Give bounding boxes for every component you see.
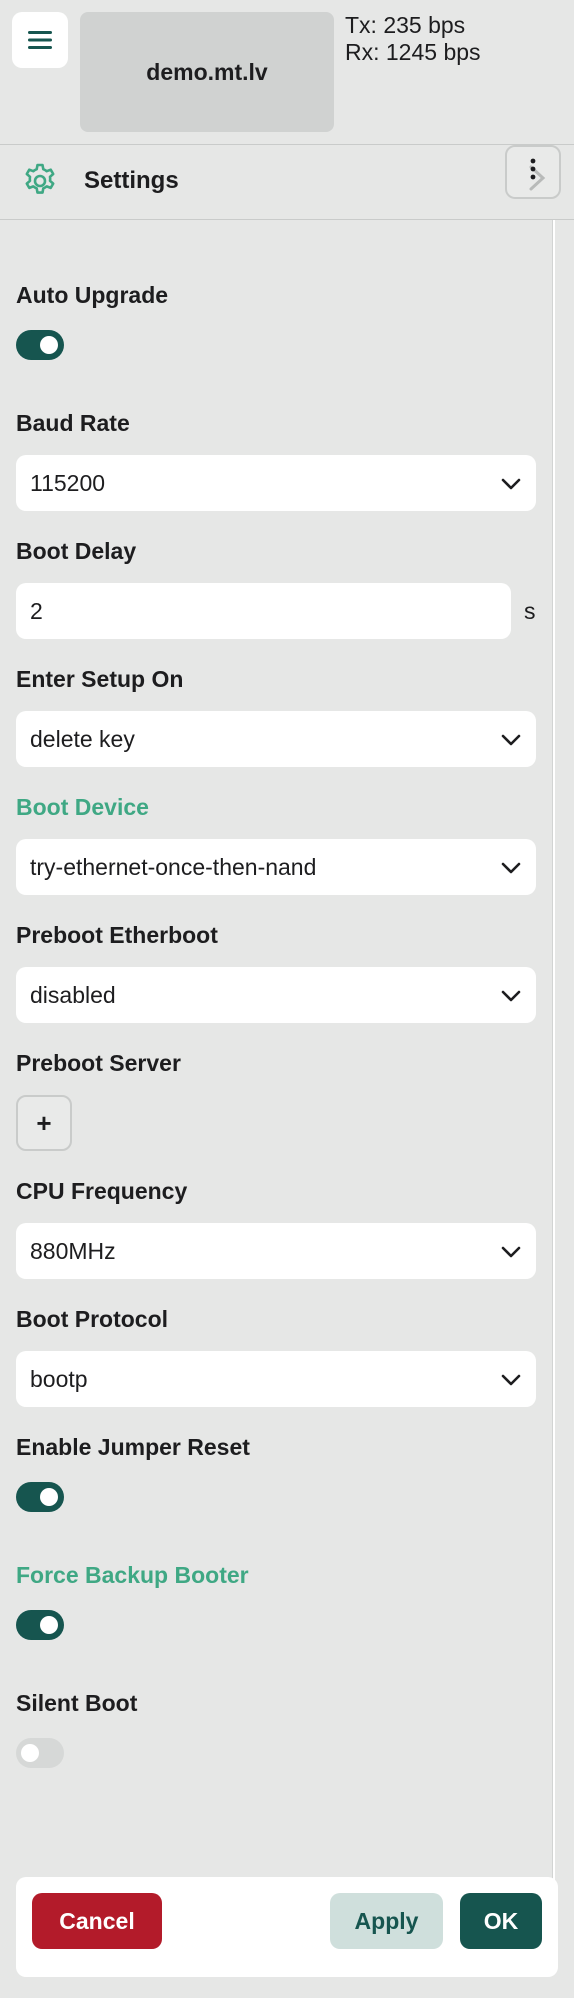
preboot-server-label: Preboot Server bbox=[16, 1050, 181, 1076]
boot-protocol-label: Boot Protocol bbox=[16, 1306, 169, 1332]
traffic-stats: Tx: 235 bps Rx: 1245 bps bbox=[345, 12, 481, 66]
auto-upgrade-label: Auto Upgrade bbox=[16, 282, 169, 308]
preboot-server-field: Preboot Server + bbox=[16, 1048, 536, 1151]
chevron-down-icon bbox=[501, 734, 521, 746]
boot-delay-input[interactable]: 2 bbox=[16, 583, 511, 639]
chevron-down-icon bbox=[501, 478, 521, 490]
more-button[interactable] bbox=[505, 145, 561, 199]
chevron-down-icon bbox=[501, 1246, 521, 1258]
baud-rate-label: Baud Rate bbox=[16, 410, 130, 436]
chevron-down-icon bbox=[501, 1374, 521, 1386]
silent-boot-label: Silent Boot bbox=[16, 1690, 138, 1716]
boot-delay-value: 2 bbox=[30, 597, 43, 624]
settings-title: Settings bbox=[84, 167, 179, 194]
rx-rate: Rx: 1245 bps bbox=[345, 39, 481, 65]
toggle-knob bbox=[21, 1744, 39, 1762]
add-preboot-server-button[interactable]: + bbox=[16, 1095, 72, 1151]
auto-upgrade-toggle[interactable] bbox=[16, 330, 64, 360]
more-vertical-icon bbox=[529, 158, 546, 191]
force-backup-booter-toggle[interactable] bbox=[16, 1610, 64, 1640]
boot-device-value: try-ethernet-once-then-nand bbox=[30, 853, 317, 880]
top-bar: demo.mt.lv Tx: 235 bps Rx: 1245 bps bbox=[0, 0, 574, 145]
device-name: demo.mt.lv bbox=[146, 58, 268, 85]
preboot-etherboot-select[interactable]: disabled bbox=[16, 967, 536, 1023]
settings-form: Auto Upgrade Baud Rate 115200 Boot Delay… bbox=[0, 220, 553, 1880]
chevron-down-icon bbox=[501, 862, 521, 874]
boot-protocol-select[interactable]: bootp bbox=[16, 1351, 536, 1407]
boot-protocol-field: Boot Protocol bootp bbox=[16, 1304, 536, 1407]
auto-upgrade-field: Auto Upgrade bbox=[16, 280, 536, 360]
force-backup-booter-field: Force Backup Booter bbox=[16, 1560, 536, 1640]
cpu-frequency-label: CPU Frequency bbox=[16, 1178, 188, 1204]
ok-button[interactable]: OK bbox=[460, 1893, 542, 1949]
app-root: demo.mt.lv Tx: 235 bps Rx: 1245 bps Sett… bbox=[0, 0, 574, 1998]
cpu-frequency-field: CPU Frequency 880MHz bbox=[16, 1176, 536, 1279]
silent-boot-toggle[interactable] bbox=[16, 1738, 64, 1768]
enter-setup-on-label: Enter Setup On bbox=[16, 666, 184, 692]
enable-jumper-reset-toggle[interactable] bbox=[16, 1482, 64, 1512]
boot-protocol-value: bootp bbox=[30, 1365, 88, 1392]
boot-delay-label: Boot Delay bbox=[16, 538, 137, 564]
cpu-frequency-select[interactable]: 880MHz bbox=[16, 1223, 536, 1279]
settings-header: Settings bbox=[0, 145, 574, 220]
enter-setup-on-field: Enter Setup On delete key bbox=[16, 664, 536, 767]
boot-device-label: Boot Device bbox=[16, 794, 149, 820]
toggle-knob bbox=[40, 1616, 58, 1634]
device-name-box[interactable]: demo.mt.lv bbox=[80, 12, 334, 132]
menu-button[interactable] bbox=[12, 12, 68, 68]
apply-button[interactable]: Apply bbox=[330, 1893, 443, 1949]
hamburger-icon bbox=[28, 31, 52, 49]
boot-delay-unit: s bbox=[524, 598, 536, 624]
baud-rate-value: 115200 bbox=[30, 469, 106, 496]
baud-rate-select[interactable]: 115200 bbox=[16, 455, 536, 511]
cpu-frequency-value: 880MHz bbox=[30, 1237, 116, 1264]
preboot-etherboot-field: Preboot Etherboot disabled bbox=[16, 920, 536, 1023]
preboot-etherboot-label: Preboot Etherboot bbox=[16, 922, 218, 948]
cancel-button[interactable]: Cancel bbox=[32, 1893, 162, 1949]
dialog-footer: Cancel Apply OK bbox=[16, 1877, 558, 1977]
enable-jumper-reset-label: Enable Jumper Reset bbox=[16, 1434, 250, 1460]
tx-rate: Tx: 235 bps bbox=[345, 12, 466, 38]
gear-icon bbox=[25, 163, 55, 194]
preboot-etherboot-value: disabled bbox=[30, 981, 116, 1008]
toggle-knob bbox=[40, 336, 58, 354]
chevron-down-icon bbox=[501, 990, 521, 1002]
plus-icon: + bbox=[36, 1107, 52, 1138]
enable-jumper-reset-field: Enable Jumper Reset bbox=[16, 1432, 536, 1512]
baud-rate-field: Baud Rate 115200 bbox=[16, 408, 536, 511]
enter-setup-on-select[interactable]: delete key bbox=[16, 711, 536, 767]
force-backup-booter-label: Force Backup Booter bbox=[16, 1562, 249, 1588]
boot-delay-field: Boot Delay 2 s bbox=[16, 536, 536, 639]
boot-device-select[interactable]: try-ethernet-once-then-nand bbox=[16, 839, 536, 895]
toggle-knob bbox=[40, 1488, 58, 1506]
enter-setup-on-value: delete key bbox=[30, 725, 135, 752]
boot-device-field: Boot Device try-ethernet-once-then-nand bbox=[16, 792, 536, 895]
silent-boot-field: Silent Boot bbox=[16, 1688, 536, 1768]
